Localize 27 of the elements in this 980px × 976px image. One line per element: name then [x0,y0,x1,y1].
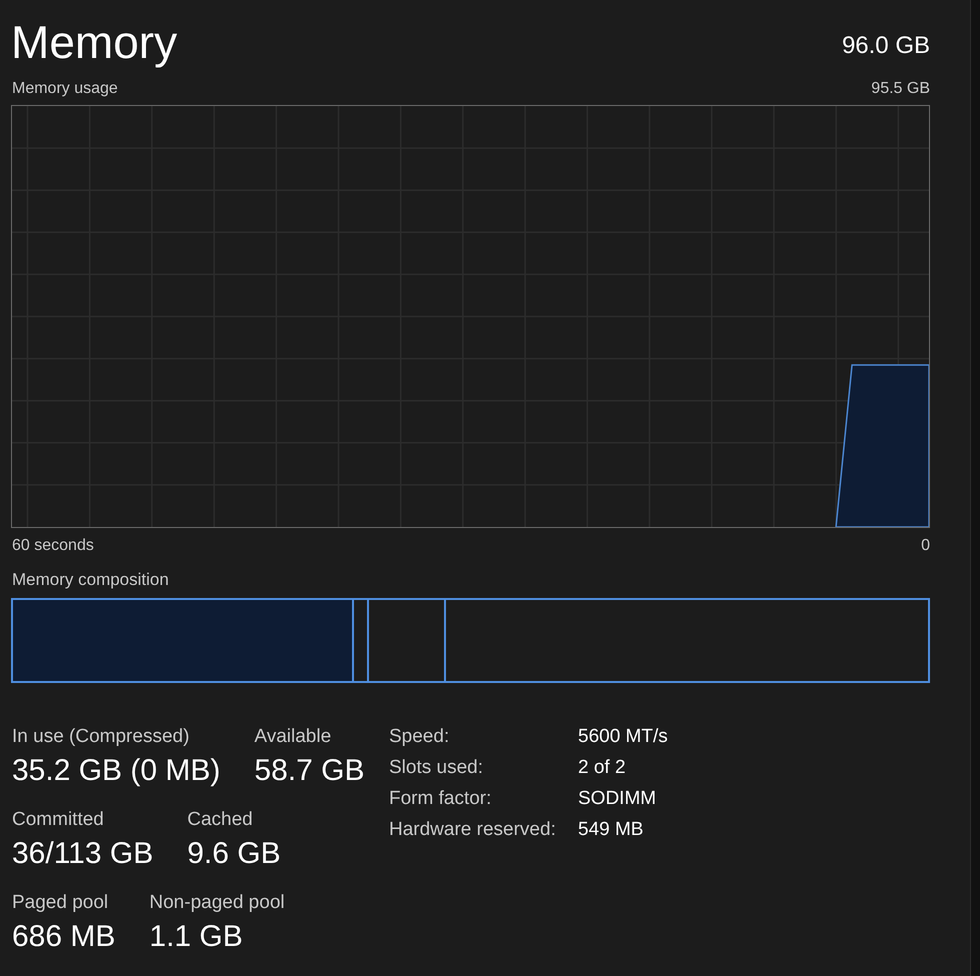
detail-value: 549 MB [578,820,644,839]
time-span-label: 60 seconds [12,538,94,554]
stat-label: In use (Compressed) [12,727,190,746]
memory-usage-label: Memory usage [12,81,118,97]
detail-value: SODIMM [578,789,658,808]
stat-value: 58.7 GB [254,756,364,786]
detail-label: Hardware reserved: [389,820,557,839]
detail-label: Slots used: [389,758,484,777]
detail-value: 2 of 2 [578,758,627,777]
stat-label: Cached [187,810,254,829]
composition-label: Memory composition [11,571,170,588]
stat-value: 686 MB [12,922,116,952]
time-end-label: 0 [921,538,930,554]
stat-label: Committed [12,810,105,829]
detail-label: Form factor: [389,789,492,808]
stat-label: Paged pool [12,893,110,912]
detail-value: 5600 MT/s [578,727,668,746]
detail-label: Speed: [389,727,450,746]
stat-label: Non-paged pool [149,893,285,912]
stat-label: Available [254,727,332,746]
stat-value: 35.2 GB (0 MB) [12,756,220,786]
total-memory: 96.0 GB [842,34,930,58]
page-title: Memory [11,19,178,65]
stat-value: 1.1 GB [149,922,244,952]
stat-value: 9.6 GB [187,839,281,869]
stat-value: 36/113 GB [12,839,154,869]
graph-max-label: 95.5 GB [871,81,930,97]
